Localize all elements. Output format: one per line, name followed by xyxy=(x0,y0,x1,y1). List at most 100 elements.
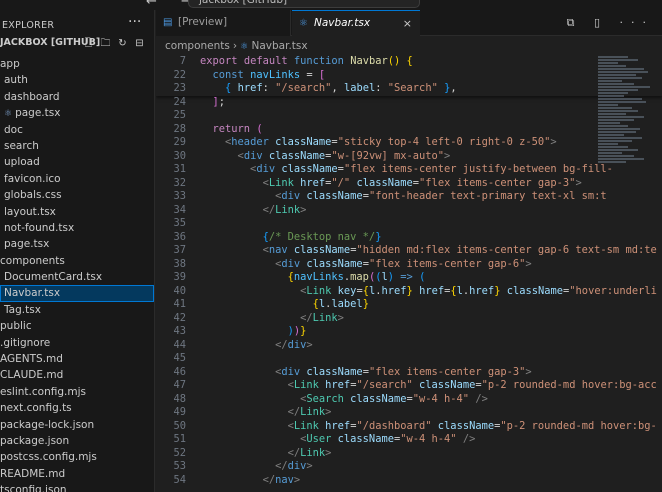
code-lines[interactable]: 24 ]; 25 28 return (29 <header className="… xyxy=(156,96,662,488)
code-line[interactable]: 51 <User className="w-4 h-4" /> xyxy=(156,433,662,447)
code-line[interactable]: 38 <div className="flex items-center gap… xyxy=(156,258,662,272)
code-line[interactable]: 35 xyxy=(156,217,662,231)
code-line[interactable]: 31 <div className="flex items-center jus… xyxy=(156,163,662,177)
breadcrumb-folder[interactable]: components xyxy=(165,40,230,52)
minimap-line xyxy=(598,92,628,94)
tree-file[interactable]: tsconfig.json xyxy=(0,482,154,492)
tree-file[interactable]: package-lock.json xyxy=(0,417,154,433)
breadcrumb-file[interactable]: Navbar.tsx xyxy=(252,40,308,52)
new-file-icon[interactable]: 🗋 xyxy=(80,36,97,53)
code-line[interactable]: 23 { href: "/search", label: "Search" }, xyxy=(156,82,662,96)
code-line[interactable]: 52 </Link> xyxy=(156,447,662,461)
tree-folder[interactable]: components xyxy=(0,253,154,269)
minimap-line xyxy=(598,143,618,145)
minimap[interactable] xyxy=(598,55,656,255)
code-line[interactable]: 48 <Search className="w-4 h-4" /> xyxy=(156,393,662,407)
code-line[interactable]: 42 </Link> xyxy=(156,312,662,326)
tree-file[interactable]: favicon.ico xyxy=(0,171,154,187)
code-line[interactable]: 45 xyxy=(156,352,662,366)
sticky-scroll[interactable]: 7 export default function Navbar() {22 co… xyxy=(156,55,662,96)
tree-item-label: layout.tsx xyxy=(4,205,56,218)
tree-file[interactable]: Navbar.tsx xyxy=(0,285,154,302)
tree-file[interactable]: globals.css xyxy=(0,187,154,203)
tree-item-label: CLAUDE.md xyxy=(0,369,64,382)
code-line[interactable]: 47 <Link href="/search" className="p-2 r… xyxy=(156,379,662,393)
tree-item-label: AGENTS.md xyxy=(0,353,63,366)
tree-file[interactable]: layout.tsx xyxy=(0,204,154,220)
tree-file[interactable]: ⚛ page.tsx xyxy=(0,105,154,121)
tree-file[interactable]: Tag.tsx xyxy=(0,302,154,318)
line-number: 49 xyxy=(173,406,186,418)
line-number: 30 xyxy=(173,149,186,162)
code-line[interactable]: 54 </nav> xyxy=(156,474,662,488)
code-line[interactable]: 41 {l.label} xyxy=(156,298,662,312)
line-text: <User className="w-4 h-4" /> xyxy=(300,433,476,445)
tree-file[interactable]: postcss.config.mjs xyxy=(0,449,154,465)
tree-item-label: page.tsx xyxy=(4,238,50,251)
code-line[interactable]: 37 <nav className="hidden md:flex items-… xyxy=(156,244,662,258)
new-folder-icon[interactable]: 🗀 xyxy=(97,36,114,53)
code-line[interactable]: 22 const navLinks = [ xyxy=(156,69,662,83)
code-line[interactable]: 32 <Link href="/" className="flex items-… xyxy=(156,177,662,191)
code-line[interactable]: 43 ))} xyxy=(156,325,662,339)
minimap-line xyxy=(598,59,638,61)
command-center-input[interactable]: jackbox [GitHub] xyxy=(188,0,420,8)
tree-file[interactable]: CLAUDE.md xyxy=(0,367,154,383)
code-line[interactable]: 7 export default function Navbar() { xyxy=(156,55,662,69)
code-editor[interactable]: 7 export default function Navbar() {22 co… xyxy=(156,55,662,492)
tab-readme-preview[interactable]: ▤ [Preview] README.md xyxy=(156,10,291,53)
more-actions-icon[interactable]: ··· xyxy=(128,14,141,30)
tree-file[interactable]: DocumentCard.tsx xyxy=(0,269,154,285)
minimap-line xyxy=(598,113,626,115)
tree-item-label: .gitignore xyxy=(0,336,51,349)
code-line[interactable]: 34 </Link> xyxy=(156,204,662,218)
line-number: 50 xyxy=(173,419,186,432)
code-line[interactable]: 53 </div> xyxy=(156,460,662,474)
minimap-line xyxy=(598,107,632,109)
tree-file[interactable]: next.config.ts xyxy=(0,400,154,416)
line-number: 47 xyxy=(173,379,186,391)
tree-folder[interactable]: app xyxy=(0,56,154,72)
code-line[interactable]: 30 <div className="w-[92vw] mx-auto"> xyxy=(156,150,662,164)
code-line[interactable]: 39 {navLinks.map((l) => ( xyxy=(156,271,662,285)
tree-file[interactable]: page.tsx xyxy=(0,236,154,252)
tab-label: Navbar.tsx xyxy=(314,17,371,29)
project-header[interactable]: JACKBOX [GITHUB] 🗋 🗀 ↻ ⊟ xyxy=(0,34,154,56)
code-line[interactable]: 40 <Link key={l.href} href={l.href} clas… xyxy=(156,285,662,299)
tree-file[interactable]: package.json xyxy=(0,433,154,449)
tab-navbar[interactable]: ⚛ Navbar.tsx × xyxy=(292,10,420,36)
line-number: 36 xyxy=(173,230,186,243)
tree-folder[interactable]: dashboard xyxy=(0,89,154,105)
line-number: 45 xyxy=(173,352,186,364)
code-line[interactable]: 25 xyxy=(156,109,662,123)
code-line[interactable]: 29 <header className="sticky top-4 left-… xyxy=(156,136,662,150)
minimap-line xyxy=(598,122,620,124)
line-text: </Link> xyxy=(300,311,344,324)
line-text: <nav className="hidden md:flex items-cen… xyxy=(262,244,657,256)
editor-actions[interactable]: ⧉ ▯ ··· xyxy=(567,16,654,30)
code-line[interactable]: 33 <div className="font-header text-prim… xyxy=(156,190,662,204)
tree-file[interactable]: AGENTS.md xyxy=(0,351,154,367)
tree-file[interactable]: eslint.config.mjs xyxy=(0,384,154,400)
close-icon[interactable]: × xyxy=(403,11,412,36)
refresh-icon[interactable]: ↻ xyxy=(114,38,131,49)
code-line[interactable]: 36 {/* Desktop nav */} xyxy=(156,231,662,245)
code-line[interactable]: 44 </div> xyxy=(156,339,662,353)
collapse-all-icon[interactable]: ⊟ xyxy=(131,38,148,49)
react-file-icon: ⚛ xyxy=(299,18,308,29)
tree-folder[interactable]: search xyxy=(0,138,154,154)
code-line[interactable]: 28 return ( xyxy=(156,123,662,137)
tree-folder[interactable]: auth xyxy=(0,72,154,88)
tree-file[interactable]: not-found.tsx xyxy=(0,220,154,236)
tree-folder[interactable]: doc xyxy=(0,122,154,138)
tree-file[interactable]: .gitignore xyxy=(0,335,154,351)
tree-file[interactable]: README.md xyxy=(0,466,154,482)
tree-folder[interactable]: public xyxy=(0,318,154,334)
code-line[interactable]: 46 <div className="flex items-center gap… xyxy=(156,366,662,380)
tree-folder[interactable]: upload xyxy=(0,154,154,170)
line-number: 29 xyxy=(173,136,186,148)
minimap-line xyxy=(598,140,632,142)
code-line[interactable]: 50 <Link href="/dashboard" className="p-… xyxy=(156,420,662,434)
code-line[interactable]: 24 ]; xyxy=(156,96,662,110)
code-line[interactable]: 49 </Link> xyxy=(156,406,662,420)
